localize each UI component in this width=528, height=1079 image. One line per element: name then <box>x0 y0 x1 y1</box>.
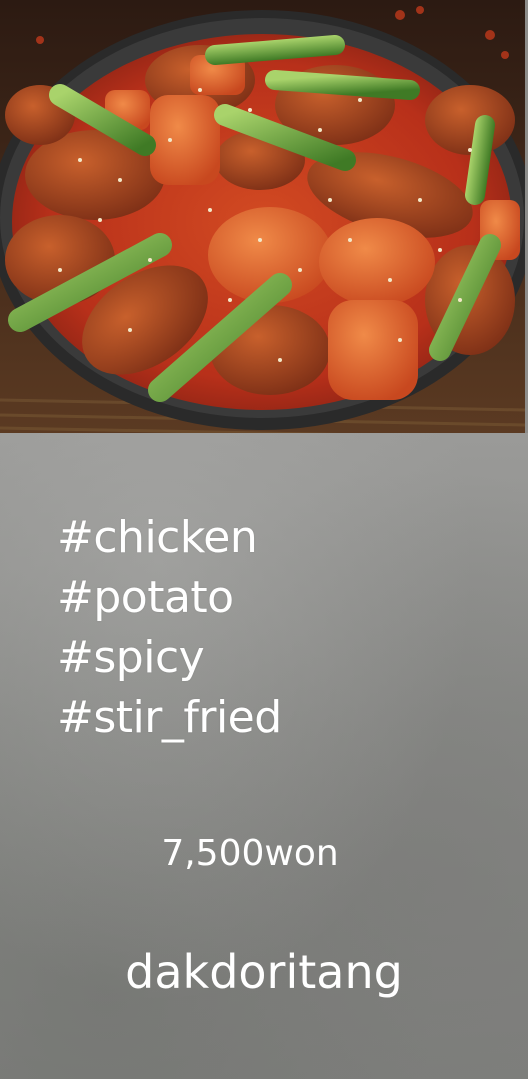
hashtag-chicken: #chicken <box>57 512 258 563</box>
hashtag-stir-fried: #stir_fried <box>57 692 282 743</box>
hashtag-list: #chicken #potato #spicy #stir_fried <box>57 508 282 748</box>
dish-name: dakdoritang <box>125 945 403 999</box>
hashtag-spicy: #spicy <box>57 632 205 683</box>
price-label: 7,500won <box>161 833 339 874</box>
food-photo-icon <box>0 0 525 433</box>
hashtag-potato: #potato <box>57 572 234 623</box>
dish-photo <box>0 0 525 433</box>
